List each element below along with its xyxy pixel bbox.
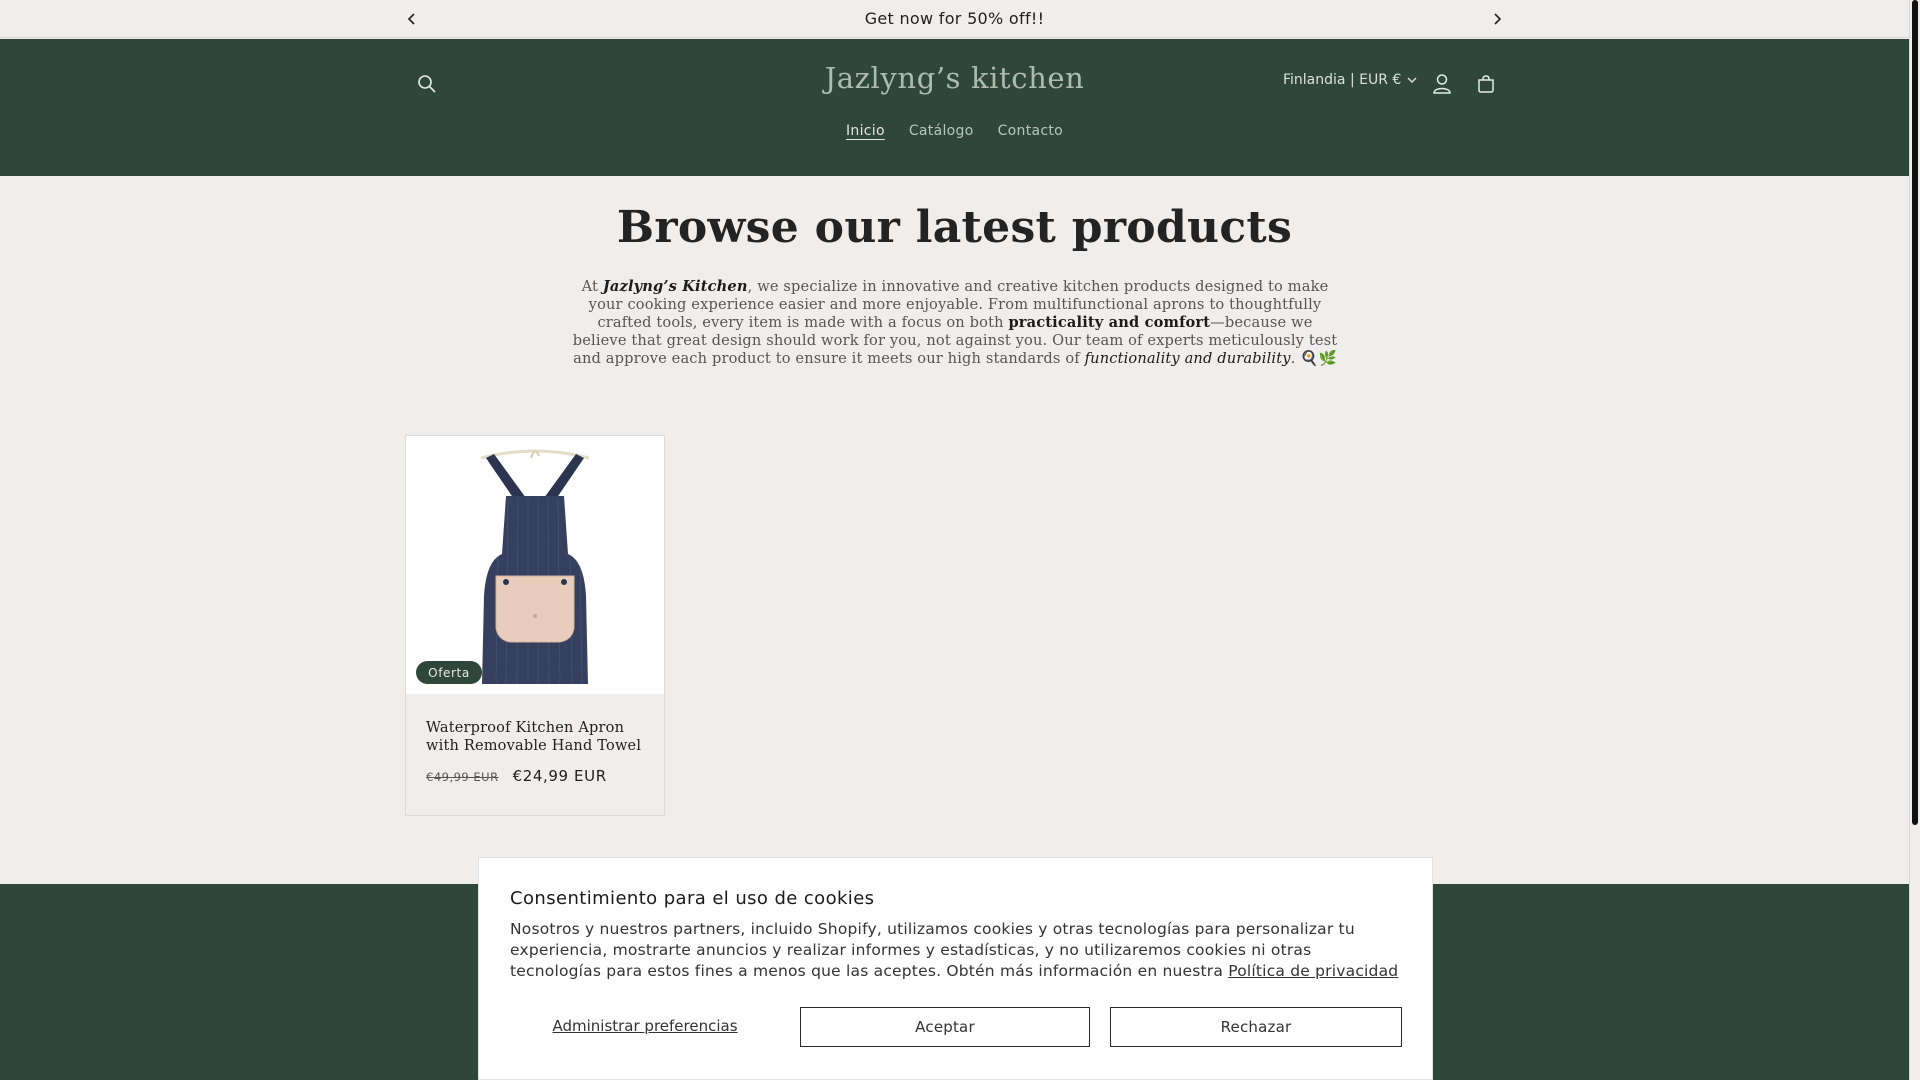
product-title[interactable]: Waterproof Kitchen Apron with Removable … bbox=[426, 719, 651, 755]
intro-emoji: 🍳🌿 bbox=[1300, 350, 1337, 367]
reject-button[interactable]: Rechazar bbox=[1110, 1007, 1402, 1047]
intro-part-1: At bbox=[581, 278, 603, 295]
original-price: €49,99 EUR bbox=[426, 770, 499, 784]
scrollbar-thumb[interactable] bbox=[1912, 0, 1918, 825]
product-card[interactable]: Oferta Waterproof Kitchen Apron with Rem… bbox=[405, 435, 665, 816]
cookie-consent-banner: Consentimiento para el uso de cookies No… bbox=[478, 857, 1433, 1080]
user-icon[interactable] bbox=[1424, 66, 1460, 102]
intro-brand: Jazlyng’s Kitchen bbox=[602, 278, 748, 295]
main-nav: Inicio Catálogo Contacto bbox=[0, 123, 1909, 139]
manage-preferences-link[interactable]: Administrar preferencias bbox=[510, 1006, 780, 1046]
nav-item-contacto[interactable]: Contacto bbox=[986, 123, 1075, 139]
chevron-left-icon[interactable] bbox=[401, 8, 423, 30]
privacy-policy-link[interactable]: Política de privacidad bbox=[1228, 962, 1398, 980]
chevron-right-icon[interactable] bbox=[1486, 8, 1508, 30]
nav-item-inicio[interactable]: Inicio bbox=[834, 123, 897, 139]
brand-logo[interactable]: Jazlyng’s kitchen bbox=[0, 61, 1909, 95]
sale-price: €24,99 EUR bbox=[512, 767, 607, 785]
product-prices: €49,99 EUR €24,99 EUR bbox=[426, 767, 607, 785]
cart-icon[interactable] bbox=[1468, 66, 1504, 102]
product-image[interactable] bbox=[406, 436, 664, 694]
intro-part-4: . bbox=[1290, 350, 1301, 367]
accept-button[interactable]: Aceptar bbox=[800, 1007, 1090, 1047]
sale-badge: Oferta bbox=[416, 661, 482, 684]
site-header: Jazlyng’s kitchen Finlandia | EUR € Inic… bbox=[0, 39, 1909, 176]
announcement-bar: Get now for 50% off!! bbox=[0, 0, 1909, 38]
page-scrollbar[interactable] bbox=[1909, 0, 1920, 1080]
page-title: Browse our latest products bbox=[616, 202, 1293, 253]
cookie-title: Consentimiento para el uso de cookies bbox=[510, 888, 875, 909]
intro-italic: functionality and durability bbox=[1084, 350, 1291, 367]
cookie-text: Nosotros y nuestros partners, incluido S… bbox=[510, 919, 1400, 982]
nav-item-catalogo[interactable]: Catálogo bbox=[897, 123, 986, 139]
chevron-down-icon bbox=[1407, 77, 1417, 83]
intro-bold: practicality and comfort bbox=[1008, 314, 1211, 331]
announcement-text: Get now for 50% off!! bbox=[864, 9, 1045, 28]
intro-text: At Jazlyng’s Kitchen, we specialize in i… bbox=[570, 278, 1340, 368]
locale-selector[interactable]: Finlandia | EUR € bbox=[1283, 72, 1417, 88]
locale-label: Finlandia | EUR € bbox=[1283, 72, 1402, 88]
